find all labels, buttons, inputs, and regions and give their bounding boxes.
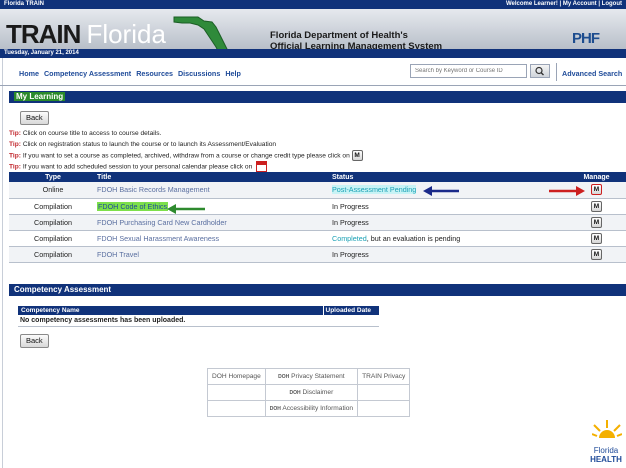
- blue-arrow-icon: [423, 186, 459, 196]
- footer-doh-homepage[interactable]: DOH Homepage: [207, 368, 266, 385]
- tip-item: Tip: Click on course title to access to …: [9, 130, 162, 137]
- course-status-note: , but an evaluation is pending: [366, 233, 461, 243]
- tip-item: Tip: If you want to set a course as comp…: [9, 150, 363, 161]
- table-header-row: Competency Name Uploaded Date: [18, 306, 379, 315]
- course-type: Compilation: [9, 230, 94, 247]
- nav-divider: [556, 63, 557, 81]
- col-type: Type: [9, 172, 94, 182]
- col-manage: Manage: [564, 172, 626, 182]
- green-arrow-icon: [167, 204, 205, 214]
- top-bar: Florida TRAIN Welcome Learner! | My Acco…: [0, 0, 626, 9]
- course-title-link[interactable]: FDOH Travel: [97, 250, 139, 259]
- competency-table: Competency Name Uploaded Date No compete…: [18, 306, 379, 327]
- nav-discussions[interactable]: Discussions: [178, 69, 220, 78]
- back-button-bottom[interactable]: Back: [20, 334, 49, 348]
- nav-home[interactable]: Home: [19, 69, 39, 78]
- col-competency-name: Competency Name: [18, 306, 323, 315]
- date-bar: Tuesday, January 21, 2014: [0, 49, 626, 58]
- header-banner: TRAIN Florida Florida Department of Healt…: [0, 9, 626, 58]
- manage-button[interactable]: M: [591, 248, 602, 260]
- course-title-link[interactable]: FDOH Sexual Harassment Awareness: [97, 234, 219, 243]
- sun-icon: [592, 420, 622, 438]
- course-type: Compilation: [9, 214, 94, 231]
- nav-resources[interactable]: Resources: [136, 69, 173, 78]
- my-learning-heading: My Learning: [9, 91, 626, 103]
- footer-train-privacy[interactable]: TRAIN Privacy: [357, 368, 411, 385]
- manage-button[interactable]: M: [591, 216, 602, 228]
- course-status-link[interactable]: In Progress: [332, 218, 369, 227]
- course-type: Online: [9, 182, 94, 199]
- empty-message: No competency assessments has been uploa…: [18, 315, 379, 327]
- table-row: Compilation FDOH Sexual Harassment Aware…: [9, 230, 626, 247]
- search-button[interactable]: [530, 64, 550, 78]
- manage-icon: M: [351, 150, 363, 161]
- main-nav: Home Competency Assessment Resources Dis…: [0, 60, 626, 86]
- tip-item: Tip: Click on registration status to lau…: [9, 141, 277, 148]
- manage-button[interactable]: M: [591, 200, 602, 212]
- footer-privacy-statement[interactable]: DOH Privacy Statement: [264, 368, 359, 385]
- table-row: Compilation FDOH Purchasing Card New Car…: [9, 214, 626, 231]
- site-label: Florida TRAIN: [4, 1, 44, 7]
- table-row: Compilation FDOH Travel In Progress M: [9, 246, 626, 263]
- course-title-link[interactable]: FDOH Purchasing Card New Cardholder: [97, 218, 227, 227]
- course-status-link[interactable]: Completed: [332, 234, 367, 243]
- manage-button[interactable]: M: [591, 184, 602, 196]
- nav-help[interactable]: Help: [225, 69, 241, 78]
- manage-button[interactable]: M: [591, 232, 602, 244]
- table-row: Online FDOH Basic Records Management Pos…: [9, 182, 626, 199]
- col-uploaded-date: Uploaded Date: [322, 306, 379, 315]
- nav-competency-assessment[interactable]: Competency Assessment: [44, 69, 131, 78]
- red-arrow-icon: [549, 186, 585, 196]
- tip-item: Tip: If you want to add scheduled sessio…: [9, 161, 363, 173]
- footer-accessibility[interactable]: DOH Accessibility Information: [264, 400, 359, 417]
- train-florida-logo[interactable]: TRAIN Florida: [6, 21, 166, 47]
- footer-disclaimer[interactable]: DOH Disclaimer: [264, 384, 359, 401]
- footer-links: DOH Homepage DOH Privacy Statement TRAIN…: [207, 368, 411, 417]
- course-status-link[interactable]: Post-Assessment Pending: [332, 185, 417, 195]
- col-title: Title: [94, 172, 329, 182]
- search-icon: [535, 66, 544, 76]
- course-title-link[interactable]: FDOH Basic Records Management: [97, 185, 210, 194]
- advanced-search-link[interactable]: Advanced Search: [562, 69, 622, 78]
- calendar-icon: [256, 161, 268, 173]
- account-links[interactable]: Welcome Learner! | My Account | Logout: [506, 0, 622, 9]
- table-row: No competency assessments has been uploa…: [18, 315, 379, 327]
- nav-links: Home Competency Assessment Resources Dis…: [19, 69, 244, 78]
- course-status-link[interactable]: In Progress: [332, 250, 369, 259]
- page-border: [2, 58, 3, 468]
- competency-heading: Competency Assessment: [9, 284, 626, 296]
- course-status-link[interactable]: In Progress: [332, 202, 369, 211]
- course-title-link[interactable]: FDOH Code of Ethics: [97, 201, 169, 211]
- search-input[interactable]: [410, 64, 527, 78]
- table-row: Compilation FDOH Code of Ethics In Progr…: [9, 198, 626, 215]
- course-type: Compilation: [9, 246, 94, 263]
- back-button[interactable]: Back: [20, 111, 49, 125]
- col-status: Status: [329, 172, 564, 182]
- table-header-row: Type Title Status Manage: [9, 172, 626, 182]
- my-learning-table: Type Title Status Manage Online FDOH Bas…: [9, 172, 626, 263]
- tips-list: Tip: Click on course title to access to …: [9, 128, 363, 173]
- course-type: Compilation: [9, 198, 94, 215]
- florida-health-logo: Florida HEALTH: [586, 418, 626, 468]
